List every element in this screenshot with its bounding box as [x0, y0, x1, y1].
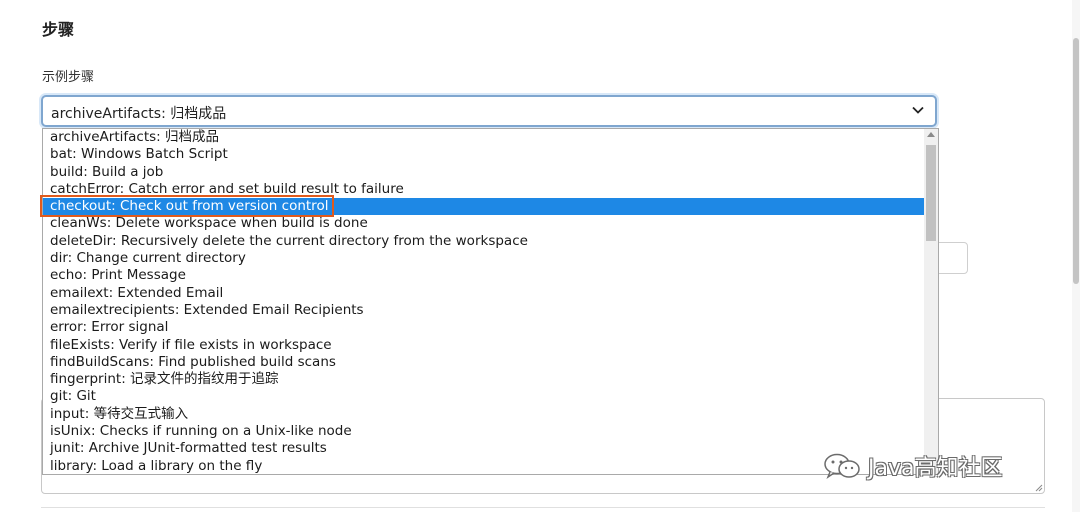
dropdown-option-selected[interactable]: checkout: Check out from version control [43, 198, 925, 216]
dropdown-option[interactable]: build: Build a job [43, 164, 925, 181]
dropdown-option[interactable]: cleanWs: Delete workspace when build is … [43, 215, 925, 232]
option-list: archiveArtifacts: 归档成品 bat: Windows Batch… [43, 129, 925, 474]
dropdown-option[interactable]: git: Git [43, 388, 925, 405]
dropdown-option[interactable]: library: Load a library on the fly [43, 458, 925, 474]
dropdown-option[interactable]: echo: Print Message [43, 267, 925, 284]
dropdown-option[interactable]: input: 等待交互式输入 [43, 406, 925, 423]
dropdown-option[interactable]: junit: Archive JUnit-formatted test resu… [43, 440, 925, 457]
select-current-value: archiveArtifacts: 归档成品 [51, 106, 227, 122]
dropdown-option[interactable]: archiveArtifacts: 归档成品 [43, 129, 925, 146]
dropdown-option[interactable]: bat: Windows Batch Script [43, 146, 925, 163]
watermark: Java高知社区 [822, 451, 1002, 481]
resize-grip-icon[interactable] [1033, 482, 1043, 492]
dropdown-option[interactable]: emailextrecipients: Extended Email Recip… [43, 302, 925, 319]
dropdown-option[interactable]: dir: Change current directory [43, 250, 925, 267]
sample-step-select[interactable]: archiveArtifacts: 归档成品 [41, 95, 937, 127]
step-options-dropdown[interactable]: archiveArtifacts: 归档成品 bat: Windows Batch… [42, 128, 939, 475]
dropdown-option[interactable]: emailext: Extended Email [43, 285, 925, 302]
dropdown-scrollbar[interactable] [924, 129, 938, 474]
dropdown-option[interactable]: error: Error signal [43, 319, 925, 336]
dropdown-option[interactable]: isUnix: Checks if running on a Unix-like… [43, 423, 925, 440]
dropdown-scroll-thumb[interactable] [926, 145, 936, 241]
dropdown-option[interactable]: fingerprint: 记录文件的指纹用于追踪 [43, 371, 925, 388]
section-heading: 步骤 [42, 20, 75, 39]
sample-step-label: 示例步骤 [42, 70, 95, 85]
divider [41, 507, 1045, 508]
watermark-text: Java高知社区 [868, 456, 1003, 481]
dropdown-option[interactable]: deleteDir: Recursively delete the curren… [43, 233, 925, 250]
dropdown-option[interactable]: fileExists: Verify if file exists in wor… [43, 337, 925, 354]
wechat-icon [824, 453, 860, 479]
scroll-up-arrow-icon[interactable] [927, 132, 935, 137]
dropdown-option[interactable]: catchError: Catch error and set build re… [43, 181, 925, 198]
page-scrollbar-thumb[interactable] [1073, 38, 1079, 284]
chevron-down-icon[interactable] [911, 103, 925, 117]
dropdown-option[interactable]: findBuildScans: Find published build sca… [43, 354, 925, 371]
